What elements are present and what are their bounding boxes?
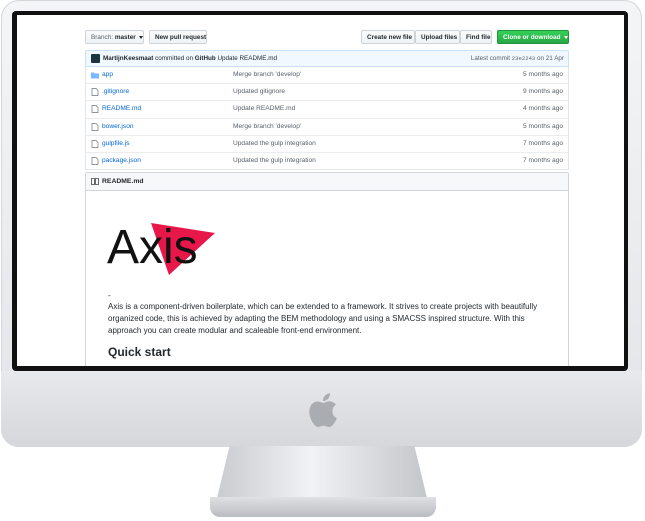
commit-author[interactable]: MartijnKeesmaat [103,55,153,62]
file-name-link[interactable]: gulpfile.js [102,136,130,152]
file-icon [91,157,99,165]
file-age: 7 months ago [523,156,563,164]
readme-description: Axis is a component-driven boilerplate, … [108,302,538,335]
file-row[interactable]: gulpfile.js Updated the gulp integration 7… [86,134,568,152]
quick-start-heading: Quick start [108,345,171,359]
readme-dash: - [108,291,111,300]
file-navigation: Branch: master New pull request Create n… [85,30,569,44]
file-row[interactable]: README.md Update README.md 4 months ago [86,100,568,117]
commit-sha[interactable]: 23e2243 [512,55,536,62]
file-row[interactable]: bower.json Merge branch 'develop' 5 months… [86,117,568,135]
branch-prefix: Branch: [91,34,114,41]
file-name-link[interactable]: .gitignore [102,84,129,100]
file-row[interactable]: package.json Updated the gulp integration… [86,151,568,169]
commit-date: on 21 Apr [537,55,564,62]
commit-message[interactable]: Update README.md [217,55,277,62]
file-icon [91,139,99,148]
file-list: app Merge branch 'develop' 5 months ago .gi… [85,67,569,171]
file-row[interactable]: .gitignore Updated gitignore 9 months ago [86,83,568,100]
file-age: 5 months ago [523,71,563,78]
clone-label: Clone or download [503,34,561,41]
file-commit-message[interactable]: Updated gitignore [233,84,285,100]
file-icon [91,122,99,131]
commit-platform: GitHub [194,55,216,62]
create-new-file-button[interactable]: Create new file [361,30,415,44]
file-row[interactable]: app Merge branch 'develop' 5 months ago [86,67,568,83]
avatar[interactable] [91,54,100,63]
file-name-link[interactable]: bower.json [102,119,134,135]
file-commit-message[interactable]: Merge branch 'develop' [233,119,301,135]
chevron-down-icon [563,35,568,39]
file-age: 9 months ago [523,88,563,96]
commit-verb: committed on [155,55,193,62]
file-commit-message[interactable]: Merge branch 'develop' [233,67,301,83]
file-commit-message[interactable]: Update README.md [233,101,295,117]
file-name-link[interactable]: package.json [102,153,141,169]
commit-summary: MartijnKeesmaat committed on GitHub Upda… [103,51,277,66]
branch-select-button[interactable]: Branch: master [85,30,144,44]
logo-text: Axis [107,221,198,274]
book-icon [91,178,99,185]
imac-stand-neck [217,446,427,498]
file-name-link[interactable]: app [102,67,113,83]
file-name-link[interactable]: README.md [102,101,141,117]
file-commit-message[interactable]: Updated the gulp integration [233,136,316,152]
apple-logo-icon [309,393,337,428]
file-age: 7 months ago [523,139,563,147]
readme-panel: README.md Axis - Axis is a component-dri… [85,172,569,366]
file-age: 5 months ago [523,122,563,130]
readme-header: README.md [86,173,568,191]
readme-title: README.md [102,178,144,185]
screen: Branch: master New pull request Create n… [17,15,624,366]
file-icon [91,88,99,97]
branch-name: master [114,34,136,41]
imac-stand-foot [210,497,436,517]
axis-logo: Axis [107,221,215,275]
upload-files-button[interactable]: Upload files [415,30,460,44]
find-file-button[interactable]: Find file [460,30,492,44]
commit-meta: Latest commit 23e2243 on 21 Apr [471,51,564,66]
new-pull-request-button[interactable]: New pull request [149,30,207,44]
file-age: 4 months ago [523,105,563,113]
folder-icon [91,72,99,79]
clone-or-download-button[interactable]: Clone or download [497,30,569,44]
latest-commit-label: Latest commit [470,55,511,62]
file-icon [91,105,99,114]
latest-commit-bar: MartijnKeesmaat committed on GitHub Upda… [85,50,569,67]
chevron-down-icon [138,35,143,39]
file-commit-message[interactable]: Updated the gulp integration [233,153,316,169]
